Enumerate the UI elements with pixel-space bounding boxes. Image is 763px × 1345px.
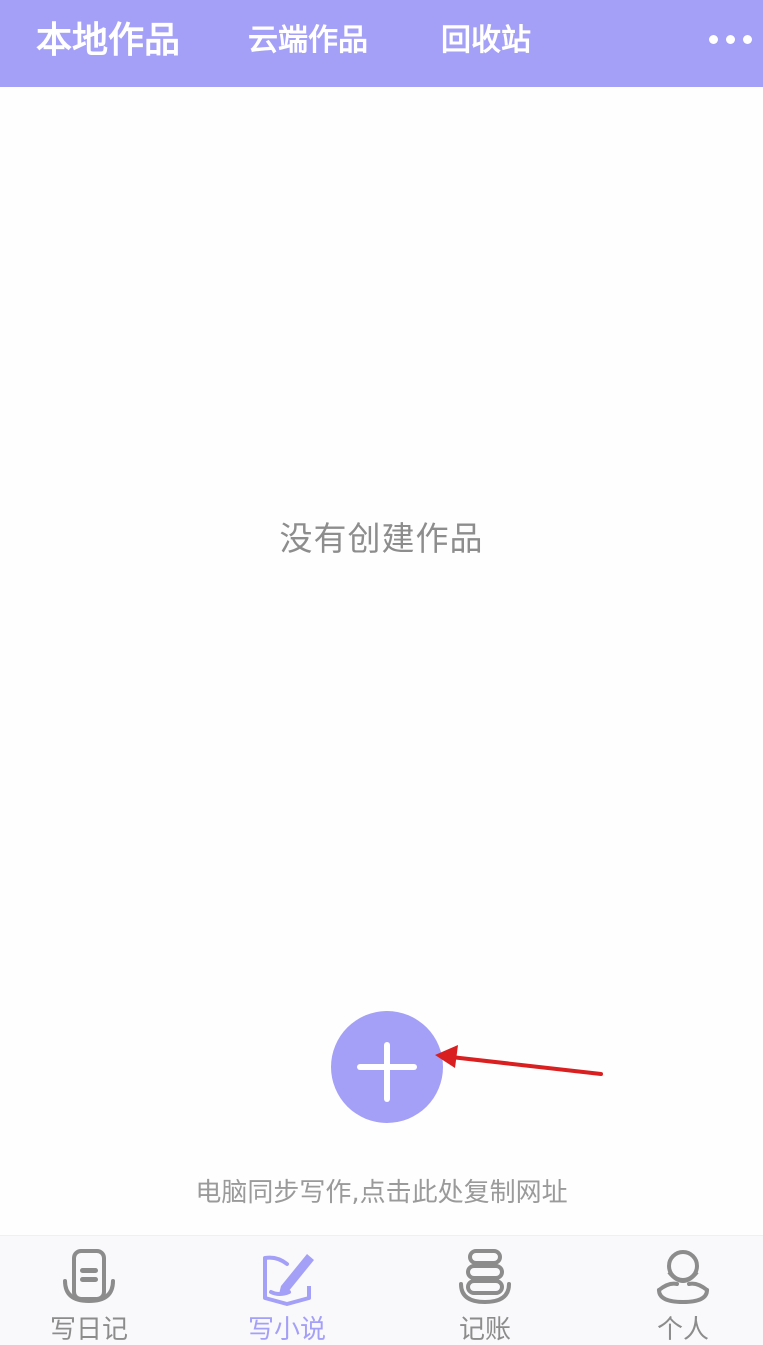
nav-label-ledger: 记账 <box>458 1315 511 1345</box>
tab-recycle-bin[interactable]: 回收站 <box>441 0 531 87</box>
sync-copy-url-link[interactable]: 电脑同步写作,点击此处复制网址 <box>0 1172 763 1209</box>
nav-item-ledger[interactable]: 记账 <box>405 1236 565 1345</box>
tab-local-works[interactable]: 本地作品 <box>36 0 180 87</box>
annotation-arrow <box>435 1045 603 1076</box>
more-options-icon[interactable] <box>707 26 755 54</box>
novel-pen-icon <box>263 1254 314 1306</box>
person-icon <box>657 1250 709 1305</box>
nav-label-me: 个人 <box>656 1315 709 1345</box>
nav-item-diary[interactable]: 写日记 <box>9 1236 169 1345</box>
app-screen: 本地作品 云端作品 回收站 没有创建作品 电脑同步写作,点击此处复制网址 写日记… <box>0 0 763 1345</box>
tab-cloud-works[interactable]: 云端作品 <box>248 0 368 87</box>
nav-item-novel[interactable]: 写小说 <box>207 1236 367 1345</box>
diary-icon <box>63 1249 115 1304</box>
ledger-icon <box>459 1249 511 1305</box>
nav-item-me[interactable]: 个人 <box>603 1236 763 1345</box>
nav-label-diary: 写日记 <box>49 1315 128 1345</box>
bottom-navigation: 写日记 写小说 记账 个人 <box>0 1235 763 1345</box>
nav-label-novel: 写小说 <box>247 1315 326 1345</box>
top-tab-bar: 本地作品 云端作品 回收站 <box>0 0 763 87</box>
empty-state-message: 没有创建作品 <box>279 519 484 558</box>
